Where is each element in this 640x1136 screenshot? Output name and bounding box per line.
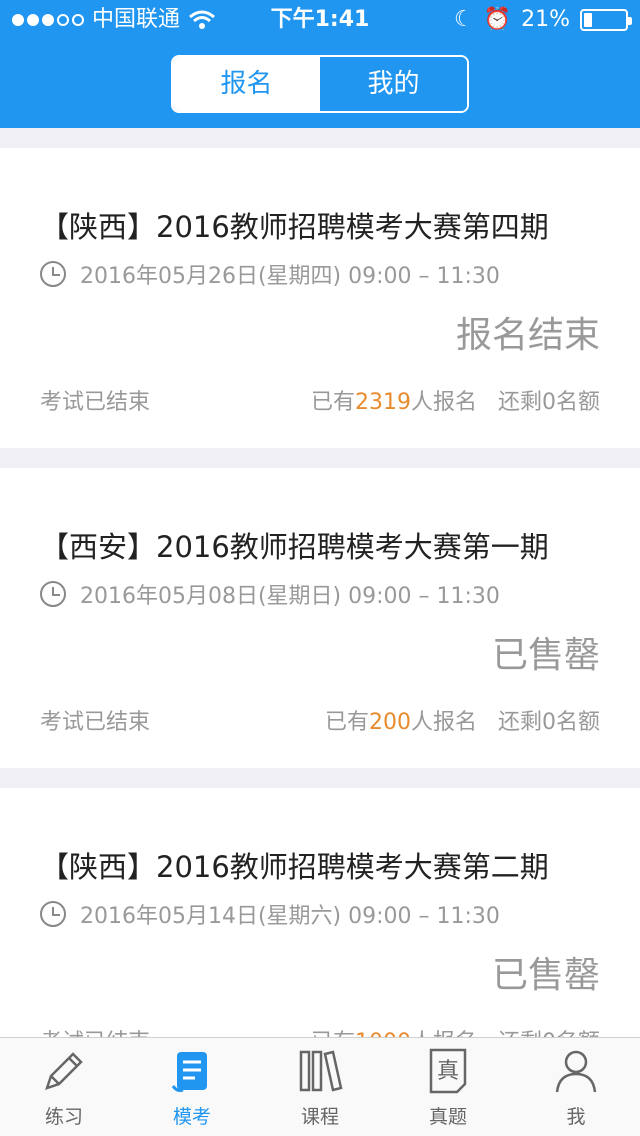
tab-label: 真题 — [428, 1106, 467, 1128]
reg-count: 200 — [369, 710, 411, 735]
reg-count: 2319 — [355, 390, 411, 415]
remaining-seats: 还剩0名额 — [498, 710, 600, 735]
tab-practice[interactable]: 练习 — [0, 1038, 128, 1136]
exam-state: 考试已结束 — [40, 390, 151, 415]
exam-date-row: 2016年05月08日(星期日) 09:00 – 11:30 — [40, 578, 500, 610]
scroll-icon — [171, 1052, 207, 1092]
pencil-icon — [45, 1052, 83, 1090]
segmented-control: 报名 我的 — [171, 55, 469, 113]
reg-suffix: 人报名 — [411, 390, 478, 415]
tab-label: 课程 — [300, 1106, 339, 1128]
registration-info: 已有200人报名 还剩0名额 — [325, 704, 600, 736]
bottom-tab-bar: 练习 模考 课程 真 真题 我 — [0, 1037, 640, 1136]
exam-card[interactable]: 【西安】2016教师招聘模考大赛第一期 2016年05月08日(星期日) 09:… — [0, 468, 640, 768]
tab-past-papers[interactable]: 真 真题 — [384, 1038, 512, 1136]
tab-label: 模考 — [172, 1106, 211, 1128]
tab-mine[interactable]: 我的 — [320, 57, 467, 111]
tab-me[interactable]: 我 — [512, 1038, 640, 1136]
signup-status: 报名结束 — [455, 315, 600, 356]
signup-status: 已售罄 — [491, 955, 600, 996]
app-header: 中国联通 下午1:41 ☾ ⏰ 21% 报名 我的 — [0, 0, 640, 128]
tab-label: 我 — [566, 1106, 586, 1128]
remaining-seats: 还剩0名额 — [498, 390, 600, 415]
exam-state: 考试已结束 — [40, 710, 151, 735]
battery-percent: 21% — [521, 7, 570, 32]
exam-card[interactable]: 【陕西】2016教师招聘模考大赛第四期 2016年05月26日(星期四) 09:… — [0, 148, 640, 448]
clock-icon — [40, 901, 66, 927]
tab-signup[interactable]: 报名 — [173, 57, 320, 111]
reg-prefix: 已有 — [324, 710, 369, 735]
exam-datetime: 2016年05月14日(星期六) 09:00 – 11:30 — [80, 904, 500, 929]
exam-datetime: 2016年05月08日(星期日) 09:00 – 11:30 — [80, 584, 500, 609]
reg-suffix: 人报名 — [411, 710, 478, 735]
status-bar: 中国联通 下午1:41 ☾ ⏰ 21% — [0, 0, 640, 40]
exam-paper-icon: 真 — [429, 1048, 467, 1094]
user-icon — [555, 1050, 597, 1093]
battery-icon — [580, 9, 632, 31]
reg-prefix: 已有 — [310, 390, 355, 415]
tab-label: 练习 — [44, 1106, 83, 1128]
exam-datetime: 2016年05月26日(星期四) 09:00 – 11:30 — [80, 264, 500, 289]
exam-title: 【陕西】2016教师招聘模考大赛第四期 — [40, 210, 549, 244]
clock-icon — [40, 581, 66, 607]
tab-courses[interactable]: 课程 — [256, 1038, 384, 1136]
svg-text:真: 真 — [437, 1059, 459, 1084]
moon-icon: ☾ — [453, 7, 474, 32]
exam-date-row: 2016年05月26日(星期四) 09:00 – 11:30 — [40, 258, 500, 290]
alarm-icon: ⏰ — [483, 7, 512, 32]
exam-title: 【陕西】2016教师招聘模考大赛第二期 — [40, 850, 549, 884]
tab-mock-exam[interactable]: 模考 — [128, 1038, 256, 1136]
registration-info: 已有2319人报名 还剩0名额 — [311, 384, 600, 416]
signup-status: 已售罄 — [491, 635, 600, 676]
exam-title: 【西安】2016教师招聘模考大赛第一期 — [40, 530, 549, 564]
books-icon — [299, 1050, 343, 1092]
exam-date-row: 2016年05月14日(星期六) 09:00 – 11:30 — [40, 898, 500, 930]
clock-icon — [40, 261, 66, 287]
